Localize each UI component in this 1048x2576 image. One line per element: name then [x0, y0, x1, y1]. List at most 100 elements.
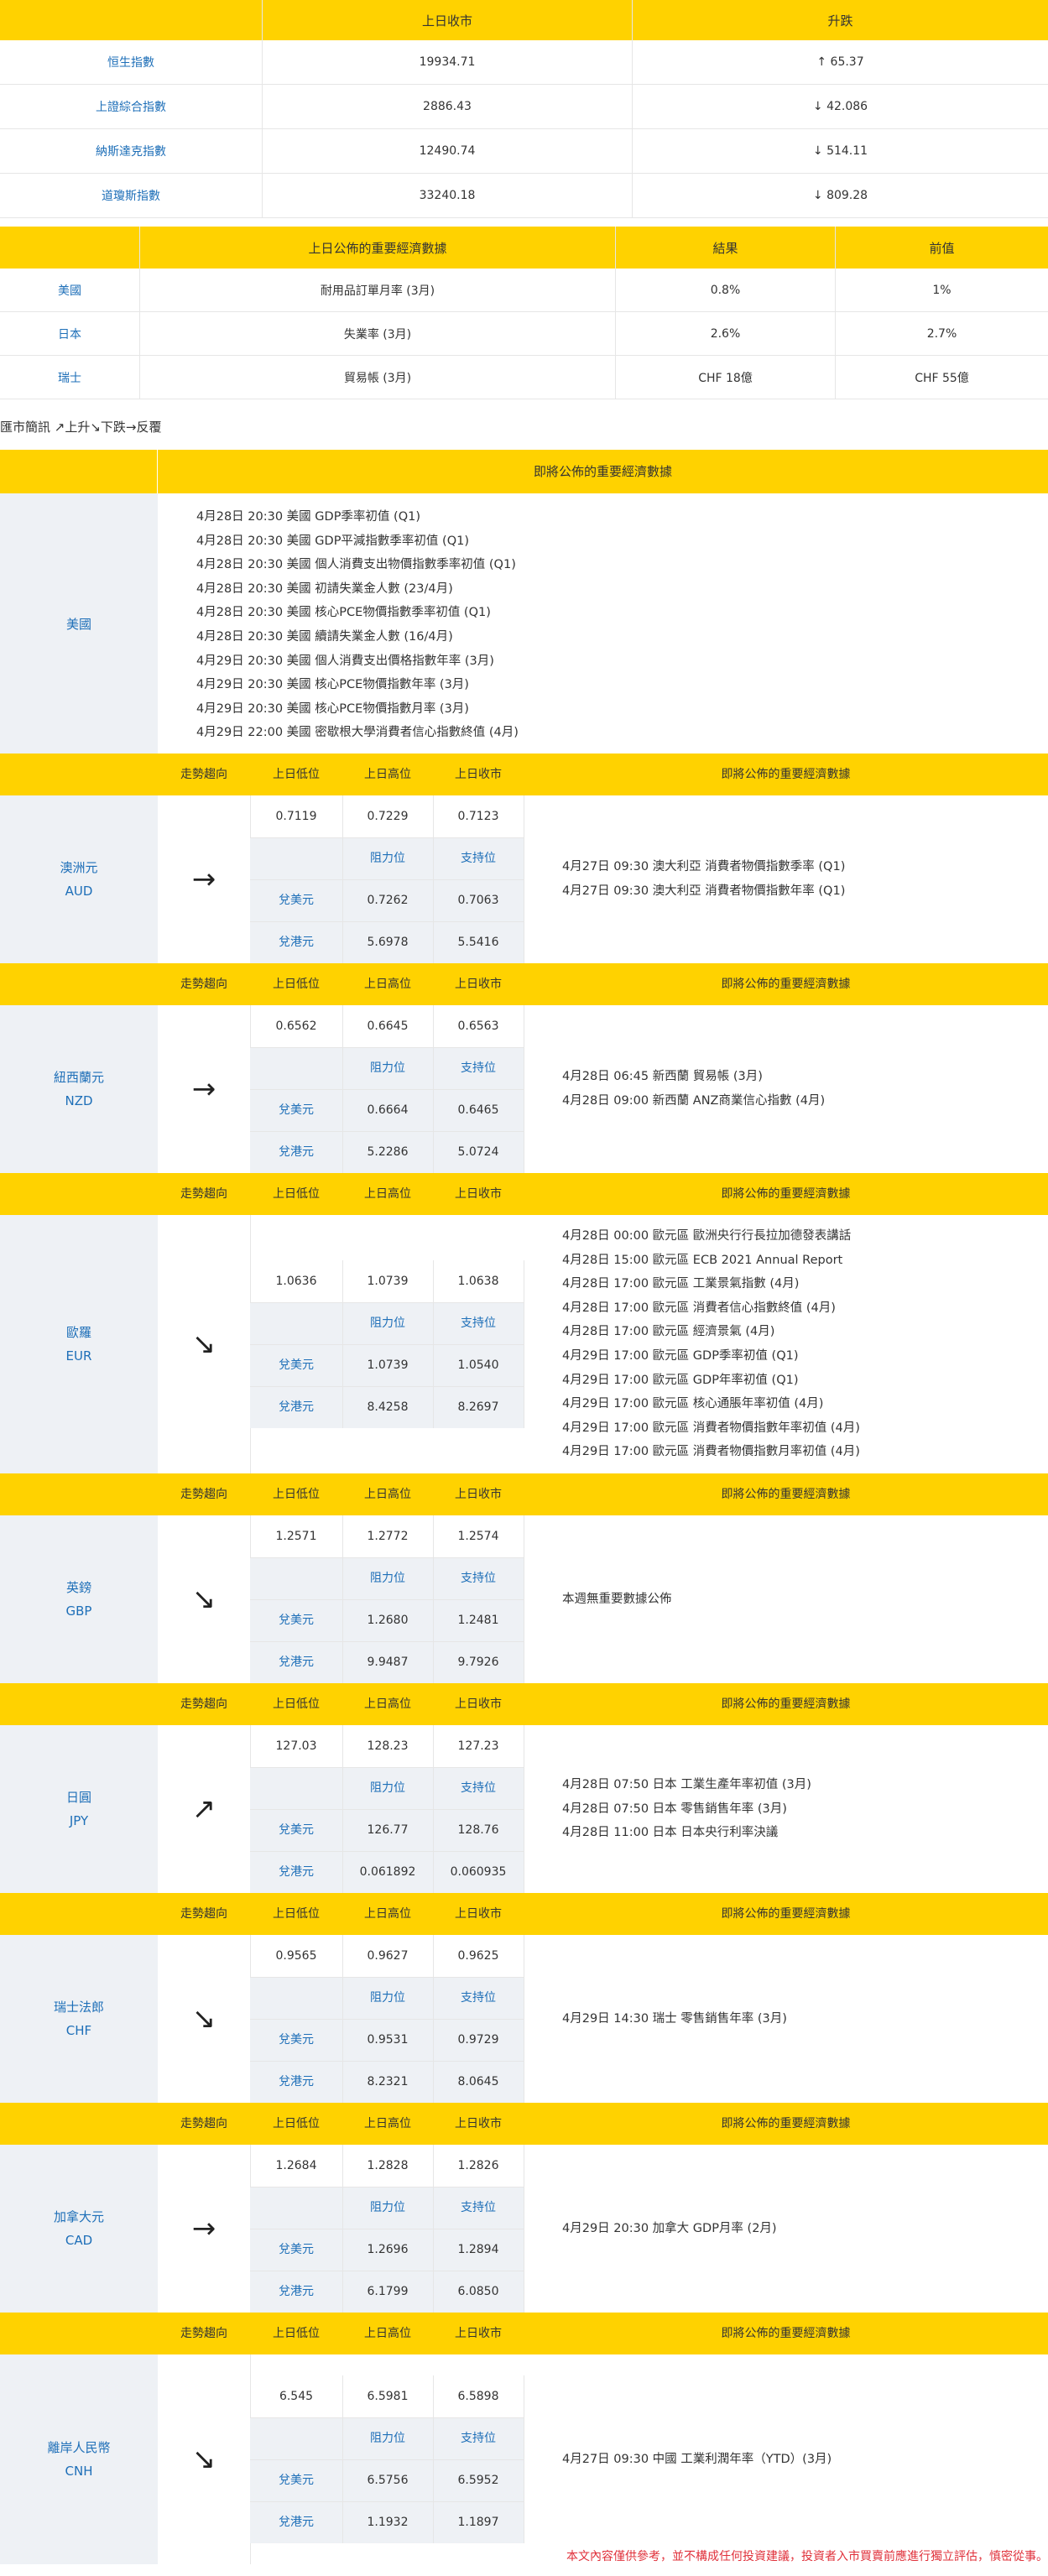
currency-name-cell[interactable]: 歐羅 EUR	[0, 1215, 158, 1473]
resistance-value: 1.0739	[367, 1358, 409, 1372]
table-row: 納斯達克指數 12490.74 ↓ 514.11	[0, 128, 1048, 174]
event-item: 4月28日 20:30 美國 GDP平減指數季率初值 (Q1)	[196, 534, 469, 548]
rate-label-hkd: 兌港元	[279, 1656, 314, 1669]
support-label: 支持位	[461, 1061, 496, 1075]
col-header-upcoming: 即將公佈的重要經濟數據	[721, 2117, 851, 2130]
currency-block: 走勢趨向 上日低位 上日高位 上日收市 即將公佈的重要經濟數據 日圓 JPY ↗ 127.03 1…	[0, 1683, 1048, 1893]
col-header-high: 上日高位	[364, 2327, 411, 2340]
currency-code[interactable]: EUR	[66, 1344, 92, 1368]
currency-name-cell[interactable]: 瑞士法郎 CHF	[0, 1935, 158, 2103]
eco-prev: CHF 55億	[835, 355, 1048, 399]
col-header-upcoming: 即將公佈的重要經濟數據	[721, 768, 851, 781]
col-header-close: 上日收市	[455, 2327, 502, 2340]
currency-code[interactable]: CNH	[65, 2459, 93, 2483]
support-value: 1.2481	[457, 1614, 499, 1627]
col-header-high: 上日高位	[364, 2117, 411, 2130]
currency-name[interactable]: 日圓	[66, 1786, 91, 1809]
support-value: 6.5952	[457, 2474, 499, 2487]
prev-high-value: 128.23	[367, 1739, 409, 1753]
currency-name[interactable]: 瑞士法郎	[54, 1995, 104, 2019]
resistance-value: 0.061892	[359, 1865, 416, 1879]
currency-name[interactable]: 加拿大元	[54, 2205, 104, 2229]
currency-name-cell[interactable]: 紐西蘭元 NZD	[0, 1005, 158, 1173]
index-close: 19934.71	[262, 40, 633, 85]
event-item: 4月27日 09:30 澳大利亞 消費者物價指數年率 (Q1)	[562, 884, 846, 898]
rate-label-usd: 兌美元	[279, 2243, 314, 2256]
currency-code[interactable]: GBP	[66, 1599, 92, 1623]
currency-name[interactable]: 紐西蘭元	[54, 1066, 104, 1089]
support-value: 0.060935	[450, 1865, 507, 1879]
index-name[interactable]: 上證綜合指數	[0, 84, 263, 129]
resistance-label: 阻力位	[370, 1781, 405, 1795]
resistance-label: 阻力位	[370, 852, 405, 865]
currency-body: 英鎊 GBP ↘ 1.2571 1.2772 1.2574 阻力位 支持位 兌美元 1.2680 1…	[0, 1515, 1048, 1683]
currency-block: 走勢趨向 上日低位 上日高位 上日收市 即將公佈的重要經濟數據 加拿大元 CAD → 1.268…	[0, 2103, 1048, 2313]
index-name[interactable]: 道瓊斯指數	[0, 173, 263, 218]
col-header-close: 上日收市	[455, 1907, 502, 1921]
resistance-value: 1.2680	[367, 1614, 409, 1627]
resistance-value: 8.4258	[367, 1400, 409, 1414]
col-header-close: 上日收市	[455, 1697, 502, 1711]
event-item: 4月27日 09:30 澳大利亞 消費者物價指數季率 (Q1)	[562, 860, 846, 873]
event-item: 4月28日 20:30 美國 GDP季率初值 (Q1)	[196, 510, 420, 524]
rate-label-usd: 兌美元	[279, 2474, 314, 2487]
currency-name-cell[interactable]: 澳洲元 AUD	[0, 795, 158, 963]
col-header-low: 上日低位	[273, 2327, 320, 2340]
currency-name-cell[interactable]: 日圓 JPY	[0, 1725, 158, 1893]
eco-country[interactable]: 美國	[0, 269, 140, 312]
currency-code[interactable]: JPY	[70, 1809, 88, 1833]
rate-label-usd: 兌美元	[279, 2033, 314, 2047]
event-list: 本週無重要數據公佈	[562, 1588, 672, 1612]
resistance-label: 阻力位	[370, 1061, 405, 1075]
currency-body: 紐西蘭元 NZD → 0.6562 0.6645 0.6563 阻力位 支持位 兌美元 0.666…	[0, 1005, 1048, 1173]
us-upcoming-title: 即將公佈的重要經濟數據	[533, 464, 672, 479]
index-name[interactable]: 恒生指數	[0, 40, 263, 85]
eco-result: 2.6%	[615, 311, 836, 356]
event-item: 4月28日 06:45 新西蘭 貿易帳 (3月)	[562, 1070, 763, 1083]
support-value: 0.9729	[457, 2033, 499, 2047]
prev-close-value: 0.7123	[457, 810, 499, 823]
currency-block: 走勢趨向 上日低位 上日高位 上日收市 即將公佈的重要經濟數據 瑞士法郎 CHF ↘ 0.956…	[0, 1893, 1048, 2103]
us-event-list: 4月28日 20:30 美國 GDP季率初值 (Q1) 4月28日 20:30 美…	[196, 505, 519, 745]
eco-country[interactable]: 日本	[0, 311, 140, 356]
economic-data-table: 上日公佈的重要經濟數據 結果 前值 美國 耐用品訂單月率 (3月) 0.8% 1…	[0, 227, 1048, 399]
currency-name-cell[interactable]: 英鎊 GBP	[0, 1515, 158, 1683]
currency-code[interactable]: AUD	[65, 879, 93, 903]
trend-arrow-icon: →	[158, 2145, 251, 2313]
col-header-low: 上日低位	[273, 2117, 320, 2130]
currency-code[interactable]: CHF	[66, 2019, 91, 2042]
currency-code[interactable]: CAD	[65, 2229, 92, 2252]
trend-arrow-icon: ↗	[158, 1725, 251, 1893]
eco-result: 0.8%	[615, 269, 836, 312]
currency-code[interactable]: NZD	[65, 1089, 92, 1113]
event-item: 4月29日 14:30 瑞士 零售銷售年率 (3月)	[562, 2012, 787, 2026]
event-item: 4月28日 17:00 歐元區 經濟景氣 (4月)	[562, 1325, 775, 1339]
event-item: 本週無重要數據公佈	[562, 1593, 672, 1606]
currency-name[interactable]: 英鎊	[66, 1576, 91, 1599]
col-header-close: 上日收市	[455, 1488, 502, 1501]
currency-name-cell[interactable]: 加拿大元 CAD	[0, 2145, 158, 2313]
support-value: 5.5416	[457, 936, 499, 949]
eco-country[interactable]: 瑞士	[0, 355, 140, 399]
currency-name[interactable]: 澳洲元	[60, 856, 97, 879]
trend-arrow-icon: ↘	[158, 2354, 251, 2564]
event-item: 4月29日 20:30 美國 核心PCE物價指數年率 (3月)	[196, 678, 469, 692]
currency-name-cell[interactable]: 離岸人民幣 CNH	[0, 2354, 158, 2564]
currency-name[interactable]: 離岸人民幣	[47, 2436, 110, 2459]
eco-item: 貿易帳 (3月)	[139, 355, 616, 399]
resistance-value: 126.77	[367, 1823, 409, 1837]
col-header-high: 上日高位	[364, 768, 411, 781]
trend-arrow-icon: ↘	[158, 1215, 251, 1473]
table-row: 美國 耐用品訂單月率 (3月) 0.8% 1%	[0, 269, 1048, 312]
currency-header: 走勢趨向 上日低位 上日高位 上日收市 即將公佈的重要經濟數據	[0, 963, 1048, 1005]
rate-label-hkd: 兌港元	[279, 1145, 314, 1159]
index-name[interactable]: 納斯達克指數	[0, 128, 263, 174]
resistance-value: 0.7262	[367, 894, 409, 907]
currency-header: 走勢趨向 上日低位 上日高位 上日收市 即將公佈的重要經濟數據	[0, 1683, 1048, 1725]
col-header-high: 上日高位	[364, 1907, 411, 1921]
currency-name[interactable]: 歐羅	[66, 1321, 91, 1344]
index-col-name	[0, 0, 263, 40]
event-list: 4月27日 09:30 澳大利亞 消費者物價指數季率 (Q1) 4月27日 09:…	[562, 855, 845, 903]
rate-label-hkd: 兌港元	[279, 2285, 314, 2298]
us-country-label[interactable]: 美國	[0, 493, 158, 754]
